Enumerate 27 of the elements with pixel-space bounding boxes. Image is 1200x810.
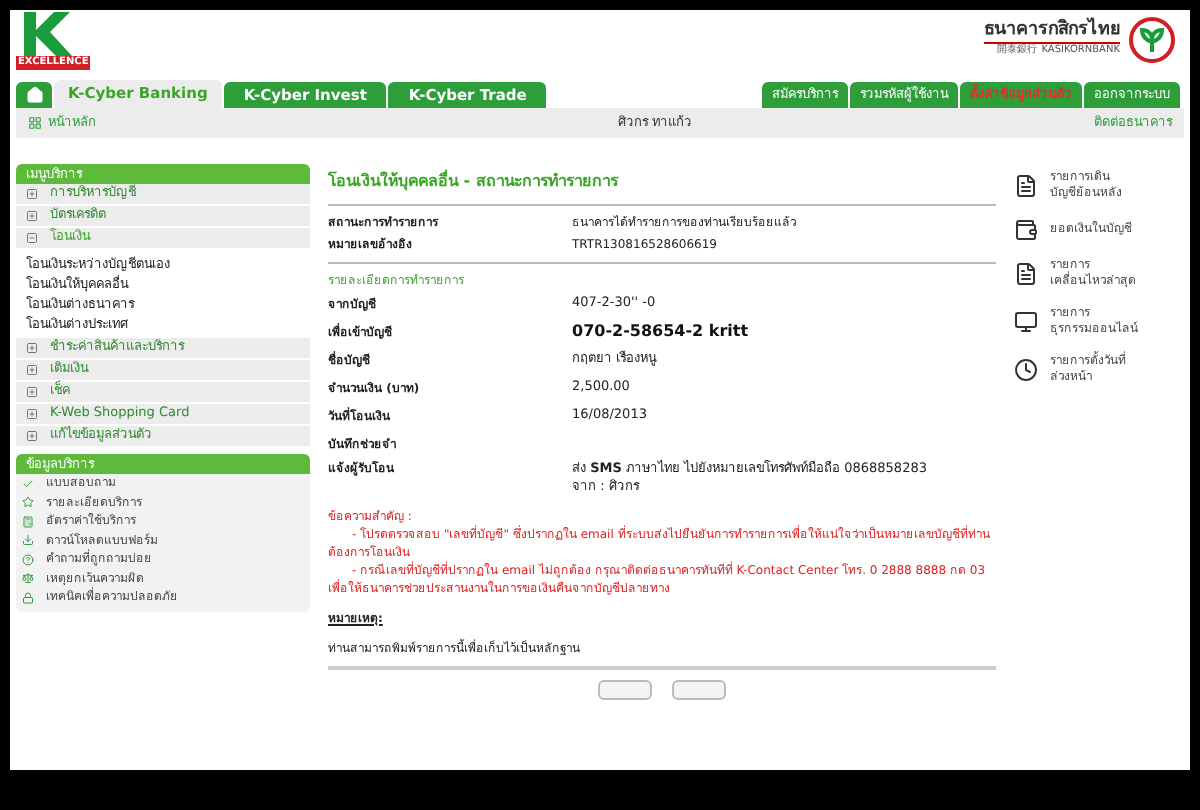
expand-icon: [26, 188, 38, 200]
clock-icon: [1014, 358, 1038, 382]
monitor-icon: [1014, 310, 1038, 334]
action-button[interactable]: [598, 680, 652, 700]
scale-icon: [22, 572, 34, 585]
expand-icon: [26, 408, 38, 420]
grid-icon: [28, 116, 42, 130]
help-icon: [22, 553, 34, 566]
field-value: 070-2-58654-2 kritt: [572, 320, 749, 344]
star-icon: [22, 496, 34, 509]
check-icon: [22, 477, 34, 490]
collapse-icon: [26, 232, 38, 244]
lock-icon: [22, 591, 34, 604]
document-icon: [1014, 174, 1038, 198]
expand-icon: [26, 430, 38, 442]
expand-icon: [26, 210, 38, 222]
action-button[interactable]: [672, 680, 726, 700]
document-icon: [1014, 262, 1038, 286]
home-icon: [25, 86, 43, 104]
download-icon: [22, 534, 34, 547]
expand-icon: [26, 342, 38, 354]
expand-icon: [26, 386, 38, 398]
page-title: โอนเงินให้บุคคลอื่น - สถานะการทำรายการ: [328, 170, 996, 206]
home-tab[interactable]: [16, 82, 52, 108]
bank-name: ธนาคารกสิกรไทย: [984, 20, 1120, 45]
bank-emblem-icon: [1128, 16, 1176, 64]
expand-icon: [26, 364, 38, 376]
